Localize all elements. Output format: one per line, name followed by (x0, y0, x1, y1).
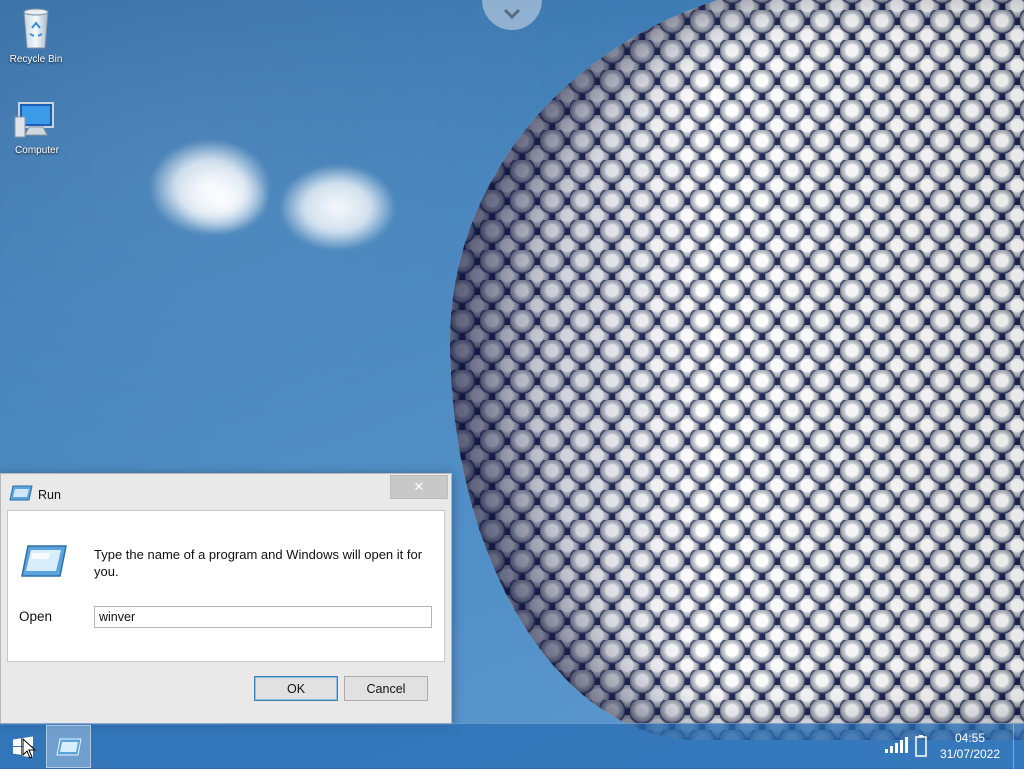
dialog-body: Type the name of a program and Windows w… (7, 510, 445, 662)
mouse-cursor-icon (22, 738, 36, 759)
battery-icon[interactable] (915, 735, 927, 757)
run-icon (55, 738, 82, 755)
dialog-titlebar[interactable]: Run ✕ (1, 474, 451, 510)
recycle-bin-icon (23, 8, 49, 49)
open-input[interactable] (94, 606, 432, 628)
dialog-title: Run (38, 488, 61, 502)
run-icon (9, 485, 33, 501)
open-label: Open (19, 609, 53, 624)
chevron-down-icon (503, 8, 521, 20)
ok-button[interactable]: OK (254, 676, 338, 701)
dialog-description: Type the name of a program and Windows w… (94, 547, 423, 579)
run-program-icon (21, 545, 67, 577)
clock-date: 31/07/2022 (939, 747, 1001, 761)
taskbar-clock[interactable]: 04:55 31/07/2022 (934, 730, 1006, 762)
taskbar-item-run[interactable] (46, 725, 91, 768)
desktop-icon-recycle-bin[interactable]: Recycle Bin (0, 4, 72, 65)
network-signal-icon[interactable] (884, 736, 908, 754)
show-desktop-button[interactable] (1013, 724, 1024, 769)
computer-icon (14, 102, 54, 138)
taskbar: 04:55 31/07/2022 (0, 723, 1024, 769)
cloud (175, 165, 270, 235)
desktop-icon-computer[interactable]: Computer (1, 95, 73, 156)
cancel-button[interactable]: Cancel (344, 676, 428, 701)
clock-time: 04:55 (954, 731, 986, 745)
cloud (280, 165, 395, 250)
run-dialog: Run ✕ Type the name of a program and Win… (0, 473, 452, 725)
desktop-icon-label: Computer (15, 145, 59, 156)
close-button[interactable]: ✕ (390, 475, 448, 499)
desktop-icon-label: Recycle Bin (9, 54, 63, 65)
close-icon: ✕ (413, 479, 425, 494)
